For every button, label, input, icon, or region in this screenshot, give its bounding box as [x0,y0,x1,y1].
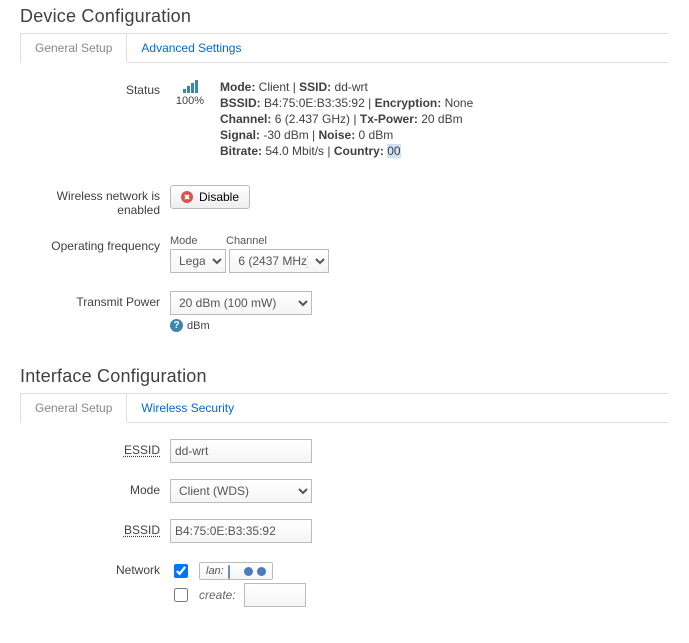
device-config-title: Device Configuration [20,6,669,27]
network-lan-checkbox[interactable] [174,564,188,578]
iface-mode-label: Mode [20,479,170,497]
mode-select[interactable]: Legacy [170,249,226,273]
tab-general-setup[interactable]: General Setup [20,34,127,63]
channel-select[interactable]: 6 (2437 MHz) [229,249,329,273]
operating-frequency-label: Operating frequency [20,235,170,253]
status-label: Status [20,79,170,97]
transmit-power-label: Transmit Power [20,291,170,309]
channel-header: Channel [226,235,267,247]
interface-config-title: Interface Configuration [20,366,669,387]
network-create-label: create: [199,588,236,602]
tab-advanced-settings[interactable]: Advanced Settings [127,34,255,62]
disable-button[interactable]: Disable [170,185,250,209]
signal-bars-icon [183,79,198,93]
essid-label: ESSID [20,439,170,457]
mode-header: Mode [170,235,220,247]
essid-input[interactable] [170,439,312,463]
network-lan-badge: lan: [199,562,273,580]
bssid-label: BSSID [20,519,170,537]
disable-icon [181,191,193,203]
interface-config-section: Interface Configuration General Setup Wi… [20,366,669,613]
bssid-input[interactable] [170,519,312,543]
network-create-input[interactable] [244,583,306,607]
network-label: Network [20,559,170,577]
interface-tab-strip: General Setup Wireless Security [20,393,669,423]
signal-percent: 100% [176,95,204,107]
status-lines: Mode: Client | SSID: dd-wrt BSSID: B4:75… [220,79,473,159]
transmit-power-unit: dBm [187,320,210,332]
tab-iface-general[interactable]: General Setup [20,394,127,423]
globe-icon [257,567,266,576]
device-config-section: Device Configuration General Setup Advan… [20,6,669,336]
help-icon[interactable]: ? [170,319,183,332]
device-tab-strip: General Setup Advanced Settings [20,33,669,63]
tab-wireless-security[interactable]: Wireless Security [127,394,248,422]
wireless-enabled-label: Wireless network is enabled [20,185,170,217]
transmit-power-select[interactable]: 20 dBm (100 mW) [170,291,312,315]
device-icon [228,566,240,576]
globe-icon [244,567,253,576]
iface-mode-select[interactable]: Client (WDS) [170,479,312,503]
network-create-checkbox[interactable] [174,588,188,602]
